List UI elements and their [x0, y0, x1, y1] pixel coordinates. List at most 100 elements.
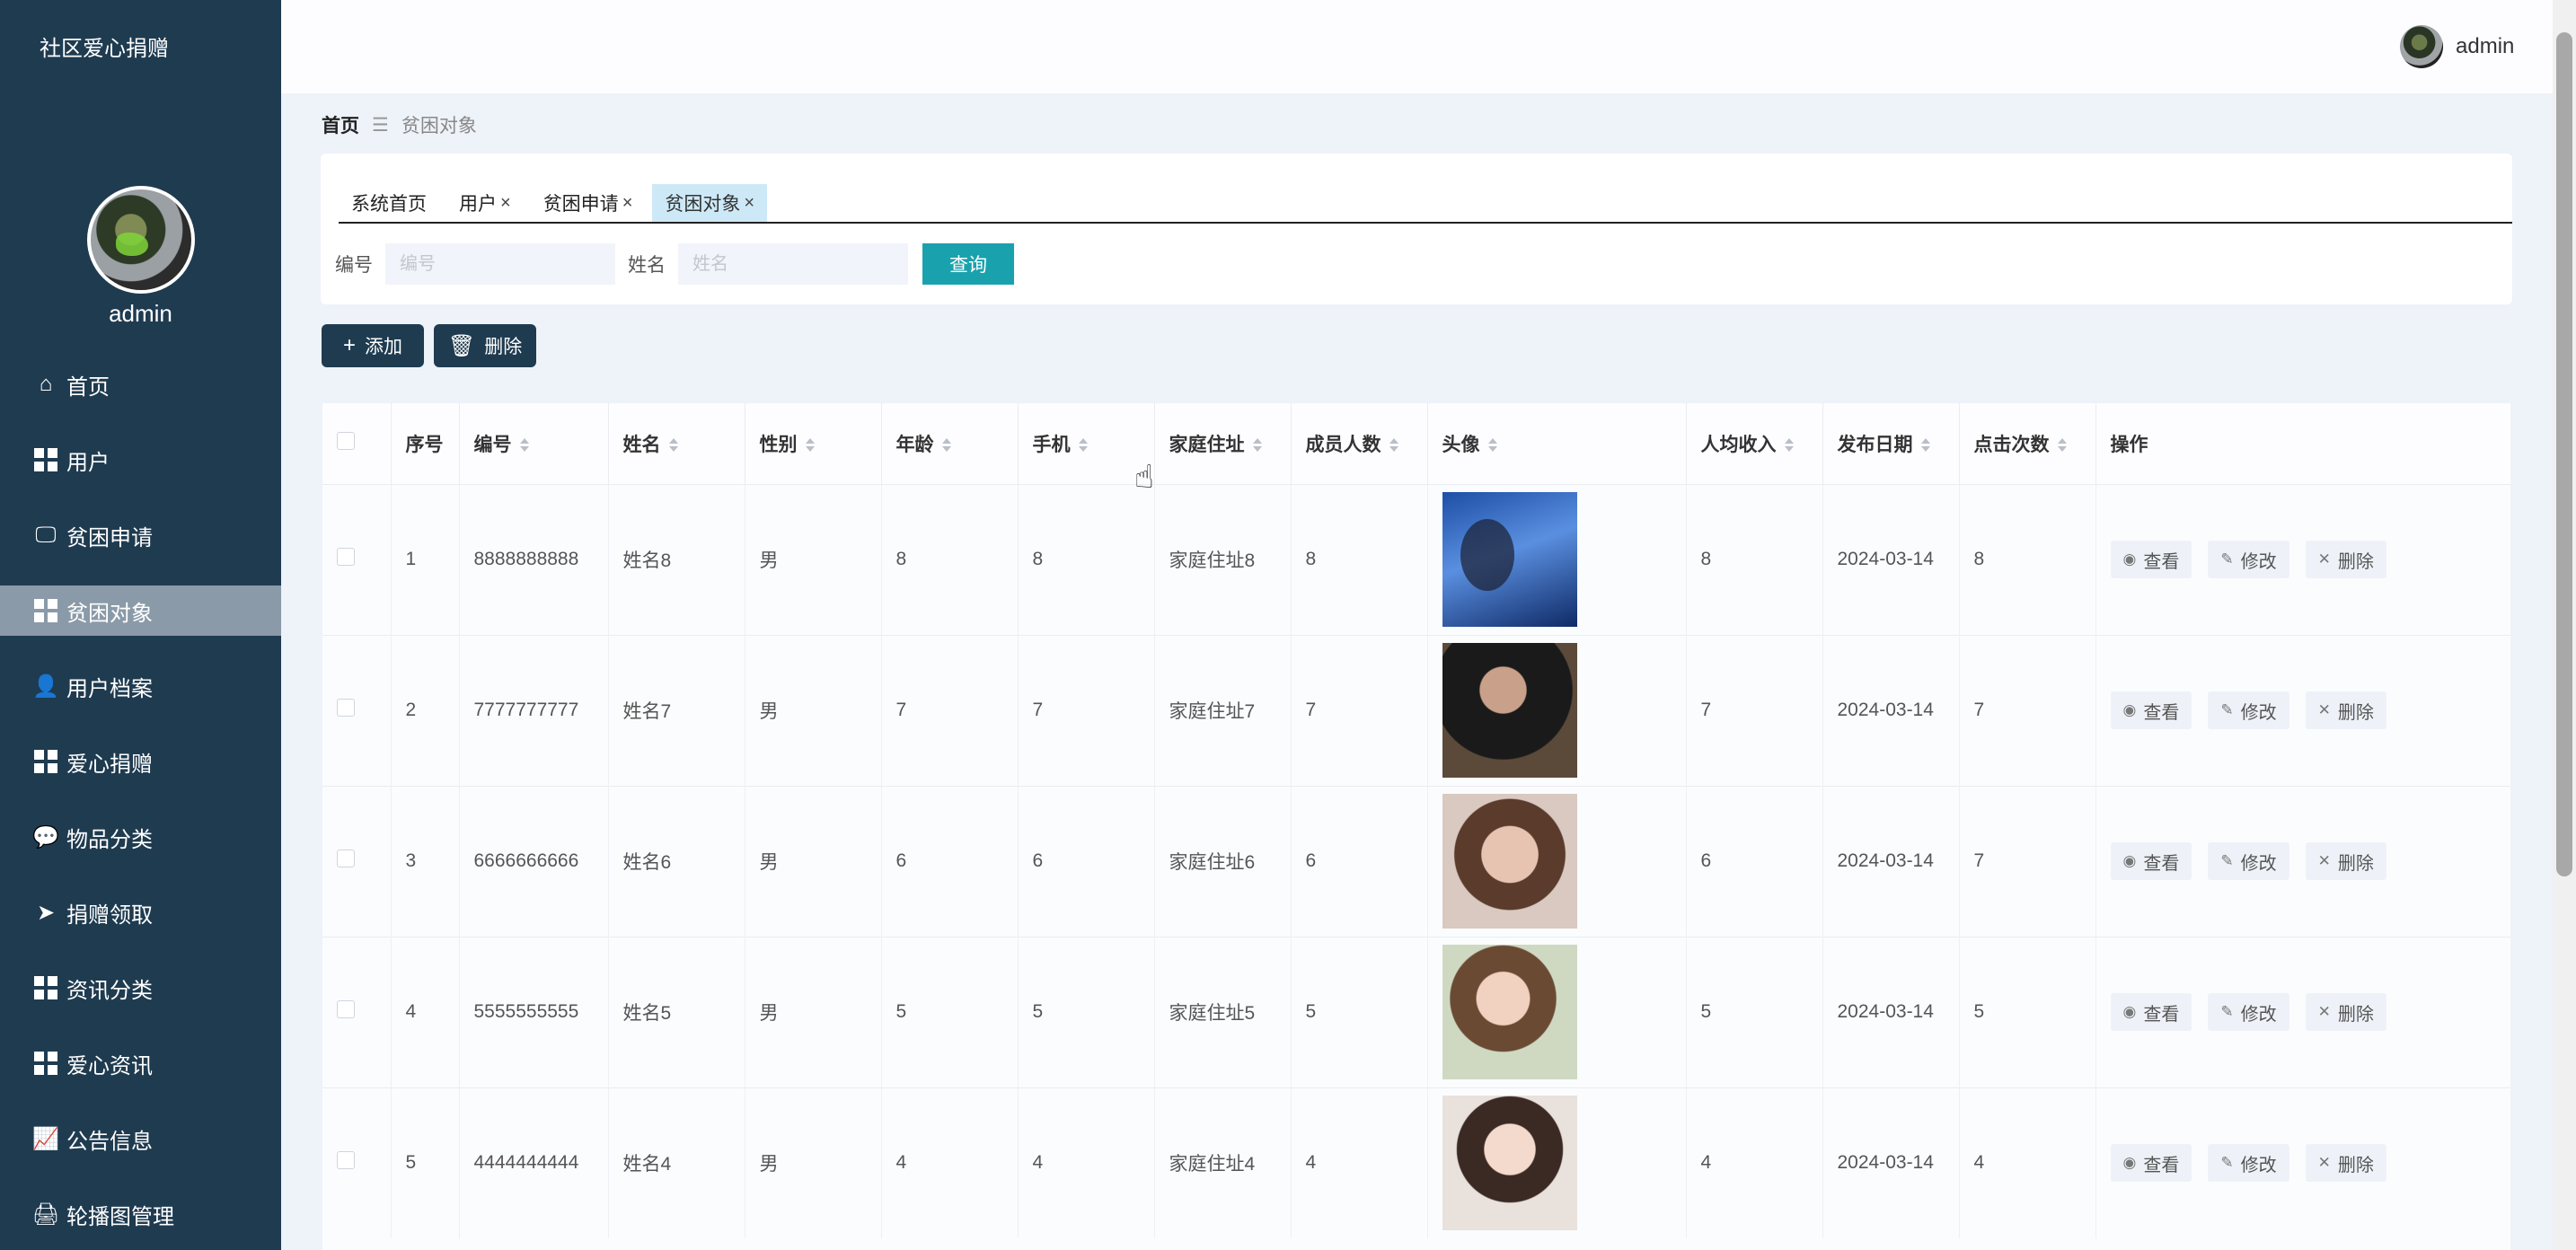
edit-button[interactable]: ✎ 修改: [2208, 993, 2289, 1031]
tab-3[interactable]: 贫困对象 ×: [652, 184, 768, 222]
sidebar-item-2[interactable]: 🖵 贫困申请: [0, 510, 281, 560]
column-header[interactable]: 人均收入: [1686, 403, 1823, 484]
table-cell: 6: [1686, 785, 1823, 937]
delete-button[interactable]: ✕ 删除: [2305, 691, 2386, 729]
table-cell: 2: [391, 634, 460, 786]
sidebar-menu: ⌂ 首页用户 🖵 贫困申请贫困对象 👤 用户档案爱心捐赠 💬 物品分类 ➤ 捐赠领取资讯分类爱心资…: [0, 359, 281, 1250]
close-icon[interactable]: ×: [622, 193, 633, 214]
scrollbar-thumb[interactable]: [2556, 32, 2572, 876]
sort-icon[interactable]: [1784, 438, 1795, 453]
sidebar-item-3[interactable]: 贫困对象: [0, 585, 281, 636]
cell-code: 5555555555: [473, 1001, 579, 1022]
sort-icon[interactable]: [941, 438, 952, 453]
sort-icon[interactable]: [1487, 438, 1498, 453]
tab-1[interactable]: 用户 ×: [446, 184, 524, 222]
column-header[interactable]: 性别: [745, 403, 882, 484]
edit-button[interactable]: ✎ 修改: [2208, 691, 2289, 729]
tab-2[interactable]: 贫困申请 ×: [531, 184, 646, 222]
view-button[interactable]: ◉ 查看: [2110, 993, 2192, 1031]
sort-icon[interactable]: [519, 438, 530, 453]
sidebar-item-0[interactable]: ⌂ 首页: [0, 359, 281, 409]
view-button[interactable]: ◉ 查看: [2110, 541, 2192, 578]
edit-button[interactable]: ✎ 修改: [2208, 842, 2289, 880]
column-header-label: 家庭住址: [1169, 434, 1245, 455]
sort-icon[interactable]: [1920, 438, 1931, 453]
row-checkbox[interactable]: [337, 849, 355, 867]
sidebar-item-label: 用户档案: [66, 676, 153, 701]
sort-icon[interactable]: [1078, 438, 1089, 453]
tab-0[interactable]: 系统首页: [339, 184, 439, 222]
delete-button[interactable]: ✕ 删除: [2305, 1144, 2386, 1183]
edit-button[interactable]: ✎ 修改: [2208, 541, 2289, 578]
sidebar-item-8[interactable]: 资讯分类: [0, 963, 281, 1013]
sort-icon[interactable]: [1252, 438, 1263, 453]
column-header-label: 点击次数: [1973, 434, 2050, 455]
column-header[interactable]: 点击次数: [1959, 403, 2096, 484]
sidebar-item-4[interactable]: 👤 用户档案: [0, 661, 281, 711]
sidebar-item-1[interactable]: 用户: [0, 435, 281, 485]
table-cell: 7777777777: [459, 634, 609, 786]
avatar-photo[interactable]: [1442, 492, 1577, 627]
cell-gender: 男: [759, 701, 779, 722]
row-actions: ◉ 查看 ✎ 修改 ✕ 删除: [2110, 541, 2510, 578]
query-button[interactable]: 查询: [922, 243, 1014, 285]
sidebar-item-9[interactable]: 爱心资讯: [0, 1038, 281, 1088]
column-header-label: 序号: [405, 434, 444, 455]
eye-icon: ◉: [2122, 1154, 2137, 1172]
avatar-photo[interactable]: [1442, 945, 1577, 1079]
sidebar-item-7[interactable]: ➤ 捐赠领取: [0, 887, 281, 938]
sidebar-item-6[interactable]: 💬 物品分类: [0, 812, 281, 862]
view-button[interactable]: ◉ 查看: [2110, 691, 2192, 729]
sort-icon[interactable]: [1389, 438, 1399, 453]
row-checkbox[interactable]: [337, 699, 355, 717]
view-button[interactable]: ◉ 查看: [2110, 1144, 2192, 1183]
column-header[interactable]: 编号: [459, 403, 609, 484]
cell-index: 1: [405, 549, 417, 569]
column-header[interactable]: 头像: [1427, 403, 1687, 484]
column-header[interactable]: 年龄: [881, 403, 1019, 484]
avatar-photo[interactable]: [1442, 643, 1577, 778]
delete-button[interactable]: ✕ 删除: [2305, 541, 2386, 578]
table-cell: 5555555555: [459, 936, 609, 1087]
code-search-input[interactable]: [385, 243, 615, 285]
column-header-label: 成员人数: [1305, 434, 1381, 455]
column-header[interactable]: 发布日期: [1822, 403, 1960, 484]
add-button[interactable]: + 添加: [322, 324, 424, 367]
table-cell: 2024-03-14: [1822, 483, 1960, 635]
avatar-photo[interactable]: [1442, 794, 1577, 929]
column-header[interactable]: 姓名: [608, 403, 745, 484]
select-all-checkbox[interactable]: [337, 431, 355, 450]
view-label: 查看: [2143, 551, 2180, 572]
name-search-input[interactable]: [678, 243, 908, 285]
table-cell: 7: [1959, 785, 2096, 937]
sidebar-item-10[interactable]: 📈 公告信息: [0, 1114, 281, 1164]
sidebar-item-11[interactable]: 🖨 轮播图管理: [0, 1189, 281, 1239]
cell-members: 6: [1305, 850, 1317, 871]
table-row: 4 5555555555 姓名5 男 5 5 家庭住址5 5 5 2024-03-14 5 ◉ 查看 ✎ 修…: [322, 936, 2510, 1087]
sort-icon[interactable]: [668, 438, 679, 453]
sidebar-item-5[interactable]: 爱心捐赠: [0, 736, 281, 787]
page-scrollbar[interactable]: [2553, 0, 2576, 1250]
close-icon[interactable]: ×: [744, 193, 754, 214]
sort-icon[interactable]: [2057, 438, 2068, 453]
breadcrumb-home[interactable]: 首页: [322, 111, 359, 138]
close-icon: ✕: [2317, 852, 2331, 869]
column-header[interactable]: 家庭住址: [1154, 403, 1292, 484]
batch-delete-button[interactable]: 🗑 删除: [434, 324, 536, 367]
edit-button[interactable]: ✎ 修改: [2208, 1144, 2289, 1183]
close-icon[interactable]: ×: [500, 193, 511, 214]
data-table-container: 序号 编号 姓名 性别 年龄 手机 家庭住址 成员人数 头像 人均收入 发布日期 点击次数 操作 1 88…: [322, 403, 2510, 1250]
checkbox-cell: [322, 936, 392, 1087]
delete-button[interactable]: ✕ 删除: [2305, 993, 2386, 1031]
view-button[interactable]: ◉ 查看: [2110, 842, 2192, 880]
top-username[interactable]: admin: [2456, 34, 2514, 59]
row-checkbox[interactable]: [337, 1000, 355, 1018]
avatar[interactable]: [2400, 25, 2443, 68]
sort-icon[interactable]: [805, 438, 816, 453]
column-header[interactable]: 成员人数: [1291, 403, 1428, 484]
avatar-photo[interactable]: [1442, 1096, 1577, 1231]
row-checkbox[interactable]: [337, 548, 355, 566]
row-checkbox[interactable]: [337, 1151, 355, 1170]
table-cell: 7: [1686, 634, 1823, 786]
delete-button[interactable]: ✕ 删除: [2305, 842, 2386, 880]
